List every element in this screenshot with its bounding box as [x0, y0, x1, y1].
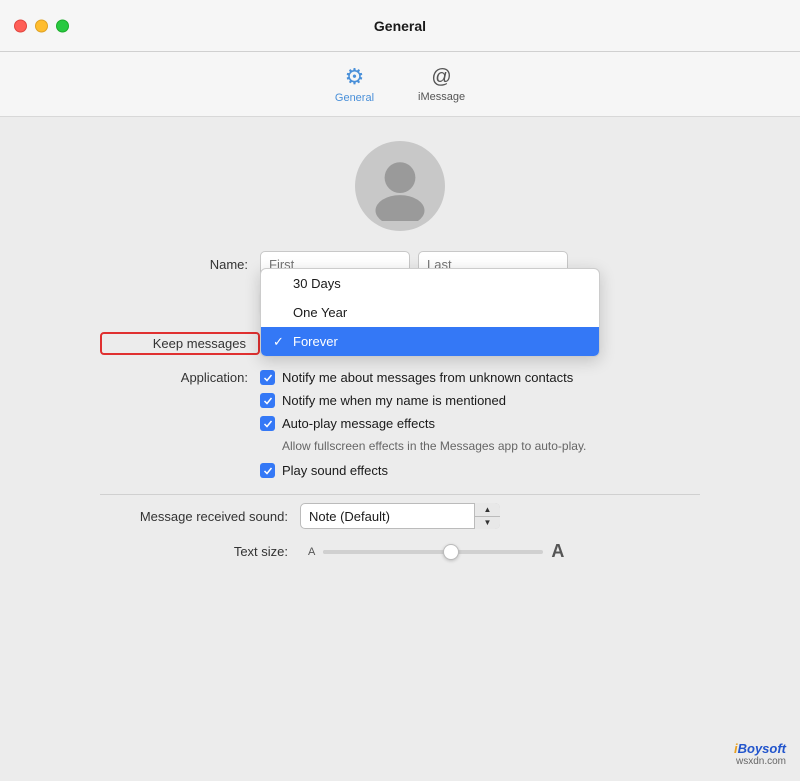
checkbox-autoplay-label: Auto-play message effects: [282, 416, 435, 431]
keep-messages-popup: 30 Days One Year ✓ Forever: [260, 268, 600, 357]
checkbox-autoplay[interactable]: [260, 416, 275, 431]
text-size-slider-thumb[interactable]: [443, 544, 459, 560]
checkbox-sound-label: Play sound effects: [282, 463, 388, 478]
at-icon: @: [431, 66, 451, 89]
tab-general[interactable]: ⚙ General: [325, 60, 384, 108]
watermark-brand-blue: Boysoft: [738, 741, 786, 756]
watermark-brand: iBoysoft: [734, 741, 786, 756]
keep-messages-row: Keep messages Forever ▼ 30 Days One Year: [100, 330, 700, 356]
text-size-small-a: A: [308, 546, 315, 558]
divider: [100, 494, 700, 495]
avatar: [355, 141, 445, 231]
tab-imessage[interactable]: @ iMessage: [408, 62, 475, 107]
avatar-icon: [365, 151, 435, 221]
main-content: Name: Set up Name and Photo Sharing... K…: [0, 117, 800, 562]
text-size-large-a: A: [551, 541, 564, 562]
sound-label: Message received sound:: [100, 509, 300, 524]
checkbox-row-autoplay: Auto-play message effects: [260, 416, 700, 431]
window-controls: [14, 19, 69, 32]
avatar-container: [355, 141, 445, 231]
stepper-up-button[interactable]: ▲: [475, 503, 500, 517]
checkbox-mentioned[interactable]: [260, 393, 275, 408]
maximize-button[interactable]: [56, 19, 69, 32]
minimize-button[interactable]: [35, 19, 48, 32]
keep-messages-dropdown-wrapper: Forever ▼ 30 Days One Year ✓ Forever: [260, 330, 430, 356]
checkbox-unknown-label: Notify me about messages from unknown co…: [282, 370, 573, 385]
sound-select-wrapper: Note (Default) ▲ ▼: [300, 503, 500, 529]
option-oneyear-label: One Year: [293, 305, 347, 320]
tab-imessage-label: iMessage: [418, 91, 465, 103]
checkbox-sound[interactable]: [260, 463, 275, 478]
option-30days[interactable]: 30 Days: [261, 269, 599, 298]
checkbox-mentioned-label: Notify me when my name is mentioned: [282, 393, 506, 408]
stepper-down-button[interactable]: ▼: [475, 517, 500, 530]
sound-select[interactable]: Note (Default): [300, 503, 500, 529]
sound-row: Message received sound: Note (Default) ▲…: [100, 503, 700, 529]
option-forever[interactable]: ✓ Forever: [261, 327, 599, 356]
checkbox-unknown[interactable]: [260, 370, 275, 385]
watermark-sub: wsxdn.com: [734, 756, 786, 767]
checkbox-row-mentioned: Notify me when my name is mentioned: [260, 393, 700, 408]
option-oneyear[interactable]: One Year: [261, 298, 599, 327]
keep-messages-label: Keep messages: [100, 332, 260, 355]
text-size-slider-track: [323, 550, 543, 554]
checkbox-row-sound: Play sound effects: [260, 463, 700, 478]
option-forever-label: Forever: [293, 334, 338, 349]
check-icon: ✓: [273, 334, 284, 350]
close-button[interactable]: [14, 19, 27, 32]
sound-stepper: ▲ ▼: [474, 503, 500, 529]
gear-icon: ⚙: [345, 64, 365, 90]
autoplay-note: Allow fullscreen effects in the Messages…: [260, 439, 700, 453]
window-title: General: [374, 18, 426, 34]
toolbar: ⚙ General @ iMessage: [0, 52, 800, 117]
form-area: Name: Set up Name and Photo Sharing... K…: [100, 251, 700, 562]
tab-general-label: General: [335, 92, 374, 104]
text-size-label: Text size:: [100, 544, 300, 559]
text-size-row: Text size: A A: [100, 541, 700, 562]
name-label: Name:: [100, 257, 260, 272]
watermark: iBoysoft wsxdn.com: [734, 741, 786, 767]
titlebar: General: [0, 0, 800, 52]
option-30days-label: 30 Days: [293, 276, 341, 291]
application-label: Application:: [100, 370, 260, 385]
application-row: Application: Notify me about messages fr…: [100, 370, 700, 385]
text-size-slider-fill: [323, 550, 455, 554]
